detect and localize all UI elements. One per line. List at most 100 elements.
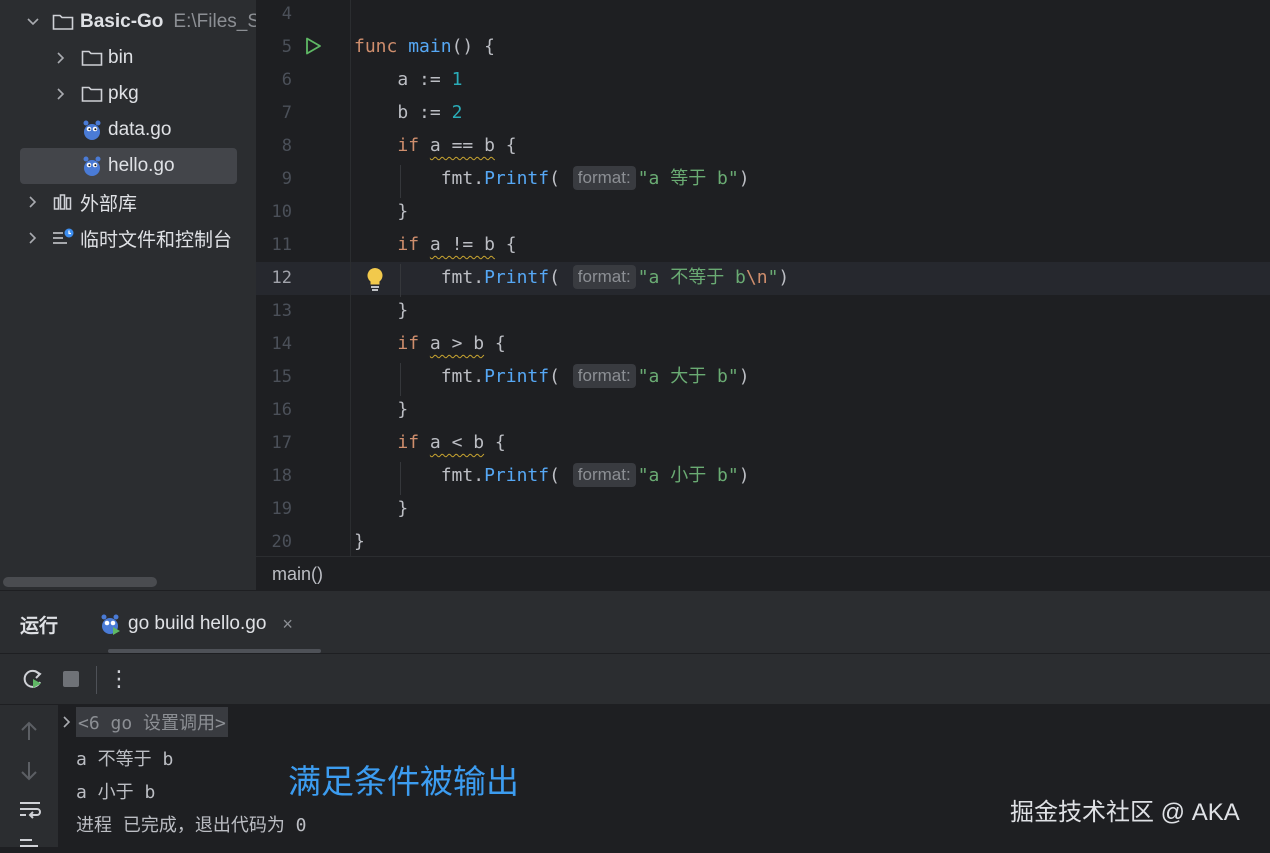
line-number: 18 (271, 466, 292, 486)
code-brace: } (397, 498, 409, 519)
code-condition-warning[interactable]: a == b (430, 135, 495, 156)
code-call: Printf (484, 267, 550, 288)
code-brace: } (397, 201, 409, 222)
code-line-19: } (354, 492, 408, 525)
close-icon[interactable]: × (282, 614, 293, 635)
rerun-icon[interactable] (20, 666, 46, 692)
code-string: "a 等于 b" (637, 168, 739, 189)
code-string: "a 不等于 b (637, 267, 746, 288)
code-number: 1 (451, 69, 463, 90)
soft-wrap-icon[interactable] (18, 799, 42, 826)
code-string: "a 大于 b" (637, 366, 739, 387)
tree-item-pkg[interactable]: pkg (0, 76, 256, 112)
code-line-17: if a < b { (354, 426, 505, 459)
project-name: Basic-Go (80, 11, 164, 32)
chevron-right-icon[interactable] (24, 229, 42, 247)
tree-item-label: 临时文件和控制台 (80, 229, 233, 251)
chevron-right-icon[interactable] (52, 49, 70, 67)
code-punct: { (494, 234, 517, 255)
scratches-icon (52, 227, 74, 249)
gutter-separator (350, 0, 351, 556)
line-number: 14 (271, 334, 292, 354)
console-command-row[interactable]: <6 go 设置调用> (60, 707, 228, 737)
chevron-down-icon[interactable] (24, 13, 42, 31)
code-package: fmt (440, 168, 474, 189)
code-package: fmt (440, 267, 474, 288)
line-number: 9 (281, 169, 292, 189)
tree-root-basic-go[interactable]: Basic-Go E:\Files_So (0, 4, 256, 40)
code-condition-warning[interactable]: a > b (430, 333, 484, 354)
line-number: 4 (281, 4, 292, 24)
tree-item-scratches[interactable]: 临时文件和控制台 (0, 220, 256, 256)
library-icon (52, 191, 74, 213)
parameter-hint: format: (572, 265, 636, 289)
parameter-hint: format: (572, 166, 636, 190)
code-line-13: } (354, 294, 408, 327)
arrow-down-icon[interactable] (18, 759, 40, 788)
code-editor[interactable]: 4 5 6 7 8 9 10 11 12 13 14 15 16 17 18 1… (256, 0, 1270, 556)
tree-item-label: pkg (108, 83, 139, 104)
console-line: a 小于 b (76, 782, 156, 803)
line-number: 6 (281, 70, 292, 90)
keyword: if (397, 234, 420, 255)
line-number: 19 (271, 499, 292, 519)
code-line-12: fmt.Printf( format: "a 不等于 b\n") (440, 265, 790, 289)
project-path: E:\Files_So (173, 11, 256, 32)
more-options-icon[interactable]: ⋮ (106, 666, 132, 692)
run-icon[interactable] (303, 36, 323, 61)
tree-item-hello-go[interactable]: hello.go (0, 148, 256, 184)
code-number: 2 (451, 102, 463, 123)
code-line-11: if a != b { (354, 228, 517, 261)
tree-item-label: 外部库 (80, 193, 138, 215)
code-condition-warning[interactable]: a < b (430, 432, 484, 453)
console-command[interactable]: <6 go 设置调用> (76, 707, 228, 737)
code-condition-warning[interactable]: a != b (430, 234, 495, 255)
tree-item-data-go[interactable]: data.go (0, 112, 256, 148)
code-escape: \n (745, 267, 768, 288)
code-brace: } (354, 531, 365, 552)
tree-item-label: bin (108, 47, 134, 68)
code-var: a (397, 69, 409, 90)
arrow-up-icon[interactable] (18, 719, 40, 748)
tree-item-external-libraries[interactable]: 外部库 (0, 184, 256, 220)
run-toolbar: ⋮ (0, 654, 1270, 704)
code-op: := (408, 69, 452, 90)
tree-item-bin[interactable]: bin (0, 40, 256, 76)
annotation-text: 满足条件被输出 (288, 763, 519, 800)
run-config-tab[interactable]: go build hello.go × (100, 609, 293, 639)
code-var: b (397, 102, 409, 123)
stop-icon[interactable] (58, 666, 84, 692)
parameter-hint: format: (572, 364, 636, 388)
scroll-to-end-icon[interactable] (18, 835, 42, 853)
go-gopher-icon (81, 119, 103, 141)
breadcrumb[interactable]: main() (256, 556, 1270, 590)
code-line-8: if a == b { (354, 129, 517, 162)
line-number: 8 (281, 136, 292, 156)
chevron-right-icon[interactable] (24, 193, 42, 211)
code-line-5: func main() { (354, 30, 495, 63)
code-line-15: fmt.Printf( format: "a 大于 b") (440, 364, 750, 388)
line-number-gutter: 4 5 6 7 8 9 10 11 12 13 14 15 16 17 18 1… (256, 0, 350, 556)
folder-icon (81, 47, 103, 69)
run-panel-title: 运行 (20, 616, 59, 637)
code-punct: { (494, 135, 517, 156)
code-package: fmt (440, 366, 474, 387)
project-tree: Basic-Go E:\Files_So bin pkg data.go (0, 0, 256, 590)
breadcrumb-item[interactable]: main() (272, 564, 323, 584)
line-number-current: 12 (271, 268, 292, 288)
keyword: if (397, 135, 420, 156)
tree-item-label: hello.go (108, 155, 175, 176)
horizontal-scrollbar[interactable] (3, 577, 157, 587)
line-number: 15 (271, 367, 292, 387)
keyword: if (397, 432, 420, 453)
parameter-hint: format: (572, 463, 636, 487)
code-line-10: } (354, 195, 408, 228)
function-name: main (408, 36, 452, 57)
code-punct: { (484, 333, 506, 354)
chevron-right-icon[interactable] (60, 714, 74, 730)
line-number: 11 (271, 235, 292, 255)
code-string-end: " (767, 267, 779, 288)
console-line: 进程 已完成，退出代码为 0 (76, 815, 307, 836)
code-line-18: fmt.Printf( format: "a 小于 b") (440, 463, 750, 487)
chevron-right-icon[interactable] (52, 85, 70, 103)
